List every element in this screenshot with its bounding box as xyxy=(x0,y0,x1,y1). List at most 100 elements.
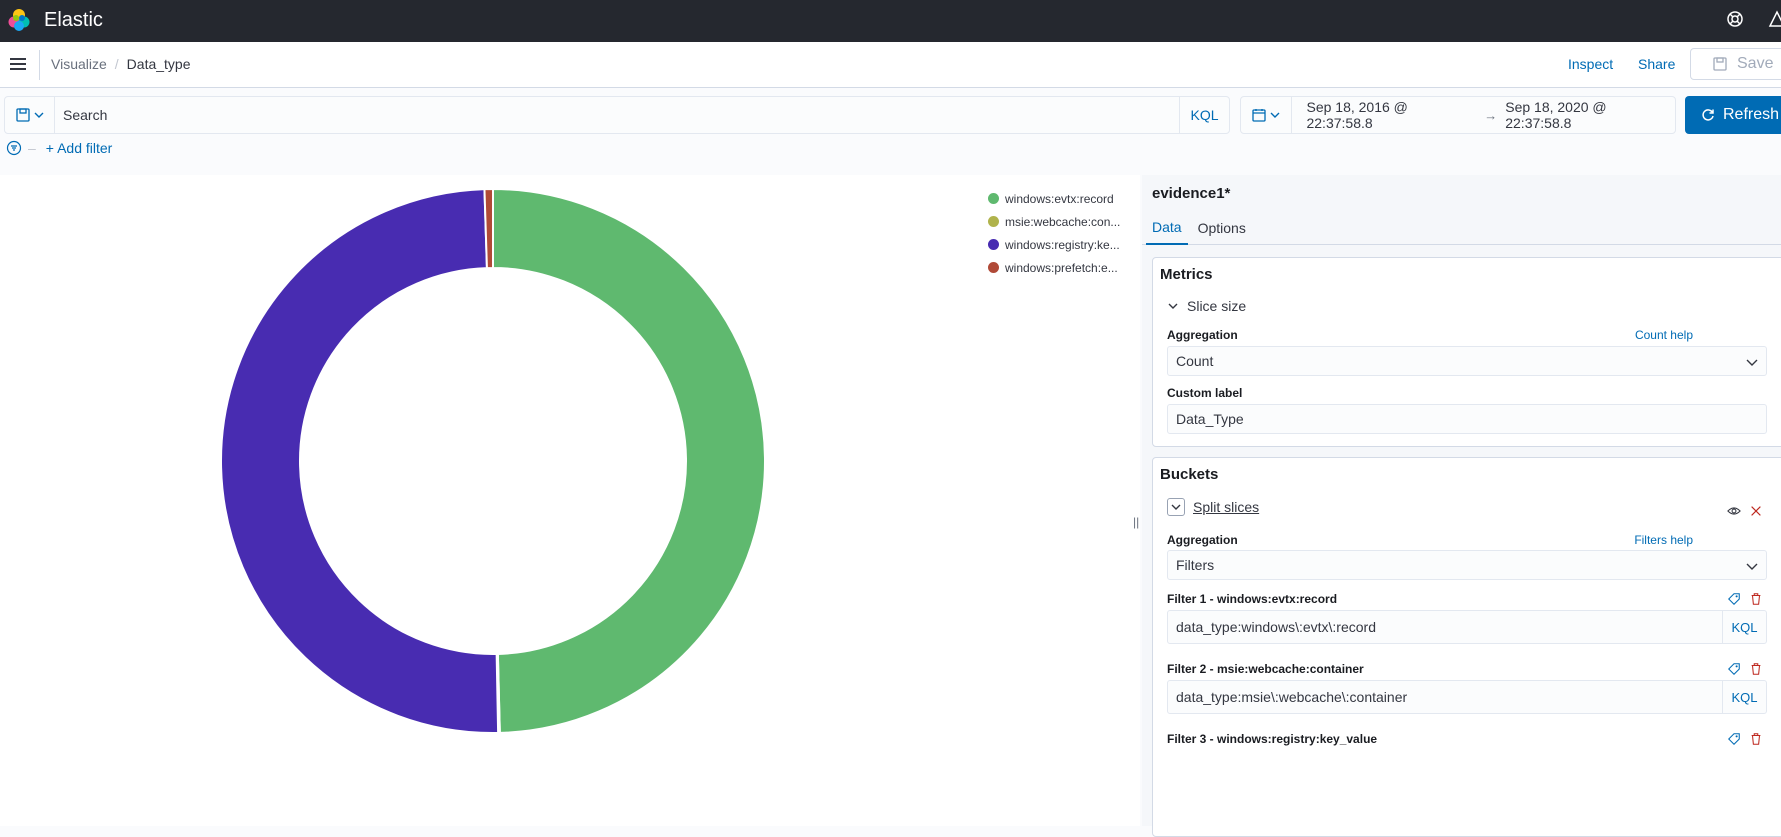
breadcrumb-separator: / xyxy=(114,56,119,72)
legend-item[interactable]: windows:evtx:record xyxy=(988,187,1128,210)
buckets-title: Buckets xyxy=(1160,466,1219,483)
chevron-down-icon xyxy=(1270,112,1280,118)
tag-icon[interactable] xyxy=(1727,732,1741,746)
inspect-button[interactable]: Inspect xyxy=(1568,56,1613,72)
save-button[interactable]: Save xyxy=(1690,48,1781,80)
legend-color-dot xyxy=(988,216,999,227)
menu-icon[interactable] xyxy=(10,57,26,71)
buckets-section: Buckets Split slices Aggregation Filters… xyxy=(1152,457,1781,837)
filter-2-query: data_type:msie\:webcache\:container xyxy=(1176,689,1408,705)
save-label: Save xyxy=(1737,55,1774,72)
filter-icon[interactable] xyxy=(6,140,22,156)
aggregation-value: Count xyxy=(1176,353,1214,369)
legend-item[interactable]: msie:webcache:con... xyxy=(988,210,1128,233)
filter-2-actions xyxy=(1727,662,1763,676)
filter-2-input[interactable]: data_type:msie\:webcache\:container KQL xyxy=(1167,680,1767,714)
brand-name: Elastic xyxy=(44,9,103,31)
donut-slice-windows-prefetch-execution[interactable] xyxy=(483,187,494,270)
count-help-link[interactable]: Count help xyxy=(1635,328,1693,342)
search-bar: KQL xyxy=(4,96,1230,134)
filter-separator: – xyxy=(28,140,36,156)
aggregation-label: Aggregation xyxy=(1167,328,1238,342)
tab-data[interactable]: Data xyxy=(1146,211,1188,245)
bucket-aggregation-select[interactable]: Filters xyxy=(1167,550,1767,580)
metrics-title: Metrics xyxy=(1160,266,1213,283)
split-actions xyxy=(1727,504,1763,518)
saved-query-button[interactable] xyxy=(5,97,55,133)
legend-color-dot xyxy=(988,262,999,273)
navbar: Visualize / Data_type Inspect Share Save xyxy=(0,42,1781,88)
filter-2-kql-button[interactable]: KQL xyxy=(1722,681,1766,713)
custom-label-value: Data_Type xyxy=(1176,411,1244,427)
breadcrumb: Visualize / Data_type xyxy=(51,56,191,72)
filter-1-actions xyxy=(1727,592,1763,606)
user-menu-icon[interactable] xyxy=(1767,9,1781,29)
chart-legend: windows:evtx:record msie:webcache:con... w… xyxy=(988,187,1128,279)
editor-sidebar: evidence1* Data Options Metrics Slice si… xyxy=(1142,175,1781,837)
donut-slice-windows-registry-key_value[interactable] xyxy=(220,188,500,734)
legend-item[interactable]: windows:registry:ke... xyxy=(988,233,1128,256)
query-bar: KQL Sep 18, 2016 @ 22:37:58.8 → Sep 18, … xyxy=(0,88,1781,178)
filter-3-label: Filter 3 - windows:registry:key_value xyxy=(1167,732,1378,746)
index-pattern-title: evidence1* xyxy=(1152,185,1231,202)
bucket-aggregation-label: Aggregation xyxy=(1167,533,1238,547)
custom-label-label: Custom label xyxy=(1167,386,1243,400)
filter-row: – + Add filter xyxy=(6,140,112,156)
search-input[interactable] xyxy=(55,97,1179,133)
slice-size-header[interactable]: Slice size xyxy=(1167,298,1246,314)
trash-icon[interactable] xyxy=(1749,732,1763,746)
collapse-toggle[interactable] xyxy=(1167,498,1185,516)
aggregation-select[interactable]: Count xyxy=(1167,346,1767,376)
split-slices-label[interactable]: Split slices xyxy=(1193,499,1259,515)
calendar-icon xyxy=(1252,109,1266,122)
metrics-section: Metrics Slice size Aggregation Count hel… xyxy=(1152,257,1781,447)
elastic-logo-icon[interactable] xyxy=(6,7,32,33)
close-icon[interactable] xyxy=(1749,504,1763,518)
chevron-down-icon xyxy=(1746,359,1758,366)
tag-icon[interactable] xyxy=(1727,662,1741,676)
save-icon xyxy=(1713,57,1727,71)
kql-toggle-button[interactable]: KQL xyxy=(1179,97,1229,133)
date-start[interactable]: Sep 18, 2016 @ 22:37:58.8 xyxy=(1306,99,1476,131)
legend-item[interactable]: windows:prefetch:e... xyxy=(988,256,1128,279)
filter-1-kql-button[interactable]: KQL xyxy=(1722,611,1766,643)
tab-options[interactable]: Options xyxy=(1192,211,1252,245)
help-icon[interactable] xyxy=(1725,9,1745,29)
top-header: Elastic xyxy=(0,0,1781,42)
donut-chart xyxy=(220,187,766,734)
custom-label-input[interactable]: Data_Type xyxy=(1167,404,1767,434)
filter-1-input[interactable]: data_type:windows\:evtx\:record KQL xyxy=(1167,610,1767,644)
legend-label: windows:prefetch:e... xyxy=(1005,260,1118,275)
filter-3-actions xyxy=(1727,732,1763,746)
filter-1-label: Filter 1 - windows:evtx:record xyxy=(1167,592,1338,606)
panel-resize-handle[interactable]: || xyxy=(1133,515,1139,529)
breadcrumb-visualize[interactable]: Visualize xyxy=(51,56,107,72)
sidebar-tabs: Data Options xyxy=(1142,211,1781,245)
filters-help-link[interactable]: Filters help xyxy=(1634,533,1693,547)
share-button[interactable]: Share xyxy=(1638,56,1675,72)
eye-icon[interactable] xyxy=(1727,504,1741,518)
chevron-down-icon xyxy=(34,112,43,118)
chevron-down-icon xyxy=(1746,563,1758,570)
legend-label: windows:registry:ke... xyxy=(1005,237,1120,252)
saved-query-icon xyxy=(15,108,30,122)
trash-icon[interactable] xyxy=(1749,592,1763,606)
filter-2-label: Filter 2 - msie:webcache:container xyxy=(1167,662,1364,676)
legend-label: msie:webcache:con... xyxy=(1005,214,1121,229)
refresh-label: Refresh xyxy=(1723,106,1780,123)
chevron-down-icon xyxy=(1168,303,1178,309)
date-end[interactable]: Sep 18, 2020 @ 22:37:58.8 xyxy=(1505,99,1675,131)
quick-select-button[interactable] xyxy=(1241,97,1293,133)
refresh-button[interactable]: Refresh xyxy=(1685,96,1781,134)
trash-icon[interactable] xyxy=(1749,662,1763,676)
date-picker: Sep 18, 2016 @ 22:37:58.8 → Sep 18, 2020… xyxy=(1240,96,1676,134)
tag-icon[interactable] xyxy=(1727,592,1741,606)
add-filter-button[interactable]: + Add filter xyxy=(46,140,113,156)
legend-color-dot xyxy=(988,239,999,250)
split-slices-header[interactable]: Split slices xyxy=(1167,498,1259,516)
chart-panel: windows:evtx:record msie:webcache:con... w… xyxy=(0,175,1140,826)
nav-divider xyxy=(39,50,40,80)
slice-size-label: Slice size xyxy=(1187,298,1247,314)
donut-slice-windows-evtx-record[interactable] xyxy=(492,187,766,734)
legend-label: windows:evtx:record xyxy=(1005,191,1114,206)
